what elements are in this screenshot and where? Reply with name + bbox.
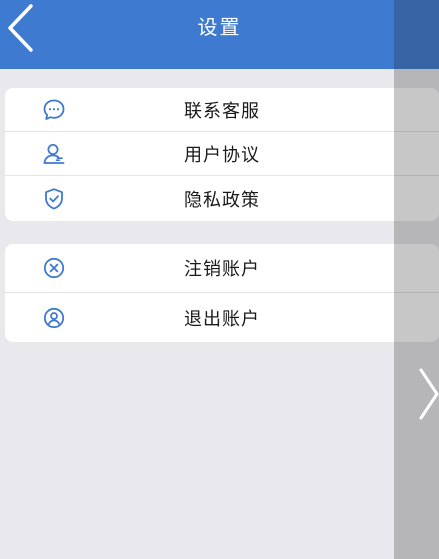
settings-item-user-agreement[interactable]: 用户协议 xyxy=(5,132,439,176)
settings-item-logout[interactable]: 退出账户 xyxy=(5,293,439,342)
settings-item-label: 退出账户 xyxy=(184,308,260,330)
settings-item-contact-service[interactable]: 联系客服 xyxy=(5,88,439,132)
settings-group-support: 联系客服 用户协议 隐私政策 xyxy=(5,88,439,221)
settings-item-cancel-account[interactable]: 注销账户 xyxy=(5,244,439,293)
settings-item-label: 注销账户 xyxy=(184,259,260,280)
settings-item-label: 联系客服 xyxy=(184,100,260,122)
chevron-right-icon[interactable] xyxy=(418,366,439,422)
settings-item-privacy-policy[interactable]: 隐私政策 xyxy=(5,176,439,221)
settings-item-label: 用户协议 xyxy=(184,144,260,166)
app-header: 设置 xyxy=(0,0,439,69)
settings-group-account: 注销账户 退出账户 xyxy=(5,244,439,342)
page-title: 设置 xyxy=(197,15,242,39)
settings-item-label: 隐私政策 xyxy=(184,189,260,211)
